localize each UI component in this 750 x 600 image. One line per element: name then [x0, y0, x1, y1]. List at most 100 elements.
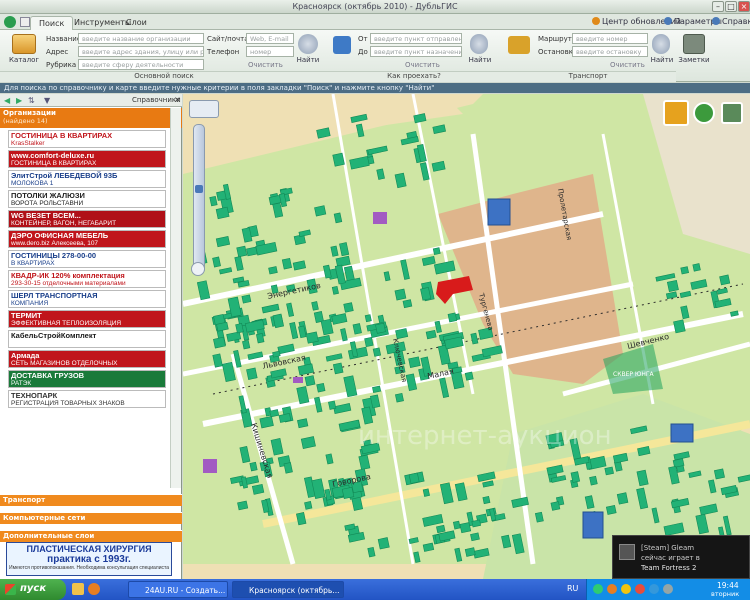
- map-tools-icon[interactable]: [663, 100, 689, 126]
- steam-notification[interactable]: [Steam] Gleam сейчас играет в Team Fortr…: [612, 535, 750, 579]
- pan-control[interactable]: [189, 100, 219, 118]
- find-button[interactable]: Найти: [294, 56, 322, 64]
- ad-banner[interactable]: КВАДР-ИК 120% комплектация 293-30-15 отде…: [8, 270, 166, 288]
- address-input[interactable]: введите адрес здания, улицу или район: [78, 46, 204, 57]
- layers-icon[interactable]: [721, 102, 743, 124]
- close-panel-icon[interactable]: ×: [174, 95, 181, 104]
- zoom-handle[interactable]: [195, 185, 203, 193]
- map-canvas[interactable]: Энергетиков Львовская Кишиневская Малая …: [183, 94, 750, 579]
- ad-subtitle: КОМПАНИЯ: [11, 300, 49, 307]
- site-input[interactable]: Web, E-mail: [246, 33, 294, 44]
- phone-label: Телефон: [207, 48, 240, 56]
- phone-input[interactable]: номер: [246, 46, 294, 57]
- route-binoculars-icon[interactable]: [470, 34, 488, 54]
- back-icon[interactable]: ◀: [4, 96, 10, 105]
- tray-icon-1[interactable]: [593, 584, 603, 594]
- ad-banner[interactable]: ГОСТИНИЦА В КВАРТИРАХ KrasStalker: [8, 130, 166, 148]
- minimize-button[interactable]: –: [712, 1, 724, 12]
- to-input[interactable]: введите пункт назначения: [370, 46, 462, 57]
- help-link[interactable]: Справка: [722, 17, 750, 26]
- ad-banner[interactable]: КабельСтройКомплект: [8, 330, 166, 348]
- sort-icon[interactable]: ⇅: [28, 96, 35, 105]
- ad-title: КВАДР-ИК 120% комплектация: [11, 271, 125, 280]
- extra-layers-section[interactable]: Дополнительные слои: [0, 530, 182, 542]
- ad-banner[interactable]: ДЭРО ОФИСНАЯ МЕБЕЛЬ www.dero.biz Алексеев…: [8, 230, 166, 248]
- ad-banner[interactable]: ПОТОЛКИ ЖАЛЮЗИ ВОРОТА РОЛЬСТАВНИ: [8, 190, 166, 208]
- ad-banner[interactable]: АрмадаСЕТЬ МАГАЗИНОВ ОТДЕЛОЧНЫХ МАТЕРИАЛ…: [8, 350, 166, 368]
- start-button[interactable]: пуск: [0, 579, 66, 600]
- taskbar-item-dublgis[interactable]: Красноярск (октябрь...: [232, 581, 344, 598]
- ad-banner[interactable]: ГОСТИНИЦЫ 278-00-00 В КВАРТИРАХ: [8, 250, 166, 268]
- ad-banner[interactable]: ШЕРЛ ТРАНСПОРТНАЯ КОМПАНИЯ: [8, 290, 166, 308]
- ad-banner[interactable]: WG ВЕЗЕТ ВСЕМ... КОНТЕЙНЕР, ВАГОН, НЕГАБА…: [8, 210, 166, 228]
- building: [343, 302, 354, 313]
- volume-icon[interactable]: [663, 584, 673, 594]
- building: [589, 475, 598, 486]
- building: [605, 504, 617, 515]
- organizations-header[interactable]: Организации (найдено 14): [0, 108, 182, 128]
- ad-banner[interactable]: www.comfort-deluxe.ru ГОСТИНИЦА В КВАРТИР…: [8, 150, 166, 168]
- building: [604, 466, 614, 476]
- networks-section[interactable]: Компьютерные сети: [0, 512, 182, 524]
- tray-icon-4[interactable]: [635, 584, 645, 594]
- tray-icon-2[interactable]: [607, 584, 617, 594]
- help-icon: [712, 17, 720, 25]
- ad-banner[interactable]: ДОСТАВКА ГРУЗОВ РАТЭК: [8, 370, 166, 388]
- name-label: Название: [46, 35, 82, 43]
- map-view[interactable]: Энергетиков Львовская Кишиневская Малая …: [183, 94, 750, 579]
- quicklaunch-icon-1[interactable]: [72, 583, 84, 595]
- quicklaunch-icon-2[interactable]: [88, 583, 100, 595]
- tray-icon-5[interactable]: [649, 584, 659, 594]
- zoom-slider[interactable]: [193, 124, 205, 274]
- find-route-button[interactable]: Найти: [466, 56, 494, 64]
- notes-icon[interactable]: [683, 34, 705, 54]
- from-input[interactable]: введите пункт отправления: [370, 33, 462, 44]
- building: [281, 257, 293, 270]
- find-transport-button[interactable]: Найти: [648, 56, 676, 64]
- rubric-input[interactable]: введите сферу деятельности: [78, 59, 204, 70]
- building: [331, 285, 339, 295]
- notes-label[interactable]: Заметки: [676, 56, 712, 64]
- building: [332, 152, 345, 167]
- ad-banner[interactable]: ТЕХНОПАРК РЕГИСТРАЦИЯ ТОВАРНЫХ ЗНАКОВ: [8, 390, 166, 408]
- name-input[interactable]: введите название организации: [78, 33, 204, 44]
- transport-binoculars-icon[interactable]: [652, 34, 670, 54]
- stop-input[interactable]: введите остановку: [572, 46, 648, 57]
- ad-subtitle: ЭФФЕКТИВНАЯ ТЕПЛОИЗОЛЯЦИЯ: [11, 320, 122, 327]
- language-indicator[interactable]: RU: [567, 584, 578, 593]
- close-button[interactable]: ×: [738, 1, 750, 12]
- catalog-icon[interactable]: [12, 34, 36, 54]
- tab-layers[interactable]: Слои: [118, 16, 155, 30]
- forward-icon[interactable]: ▶: [16, 96, 22, 105]
- building: [372, 347, 382, 357]
- route-input[interactable]: введите номер: [572, 33, 648, 44]
- taskbar: пуск 24AU.RU - Создать... Красноярск (ок…: [0, 579, 750, 600]
- left-scrollbar[interactable]: [170, 108, 181, 488]
- clear-search-button[interactable]: Очистить: [248, 61, 283, 69]
- down-arrow-icon[interactable]: ▼: [44, 96, 50, 105]
- quick-menu-icon[interactable]: [20, 17, 30, 27]
- taskbar-item-browser[interactable]: 24AU.RU - Создать...: [128, 581, 228, 598]
- clear-route-button[interactable]: Очистить: [405, 61, 440, 69]
- ad-title: ЭлитСтрой ЛЕБЕДЕВОЙ 93Б: [11, 171, 118, 180]
- bottom-ad-banner[interactable]: ПЛАСТИЧЕСКАЯ ХИРУРГИЯ практика с 1993г. …: [6, 542, 172, 576]
- building: [550, 501, 561, 511]
- transport-section[interactable]: Транспорт: [0, 494, 182, 506]
- tray-icon-3[interactable]: [621, 584, 631, 594]
- building: [255, 333, 265, 344]
- organizations-title: Организации: [3, 109, 56, 117]
- ad-banner[interactable]: ТЕРМИТ ЭФФЕКТИВНАЯ ТЕПЛОИЗОЛЯЦИЯ: [8, 310, 166, 328]
- clock-day: вторник: [711, 590, 740, 598]
- building: [673, 319, 686, 334]
- ad-banner[interactable]: ЭлитСтрой ЛЕБЕДЕВОЙ 93Б МОЛОКОВА 1: [8, 170, 166, 188]
- clear-transport-button[interactable]: Очистить: [610, 61, 645, 69]
- compass-icon[interactable]: [693, 102, 715, 124]
- ad-title: ТЕХНОПАРК: [11, 391, 58, 400]
- catalog-label[interactable]: Каталог: [4, 56, 44, 64]
- ad-subtitle: 293-30-15 отделочными материалами: [11, 280, 126, 287]
- binoculars-icon[interactable]: [298, 34, 318, 54]
- magnifier-icon[interactable]: [191, 262, 205, 276]
- organizations-count: (найдено 14): [3, 117, 48, 125]
- maximize-button[interactable]: □: [725, 1, 737, 12]
- ad-title: КабельСтройКомплект: [11, 331, 97, 340]
